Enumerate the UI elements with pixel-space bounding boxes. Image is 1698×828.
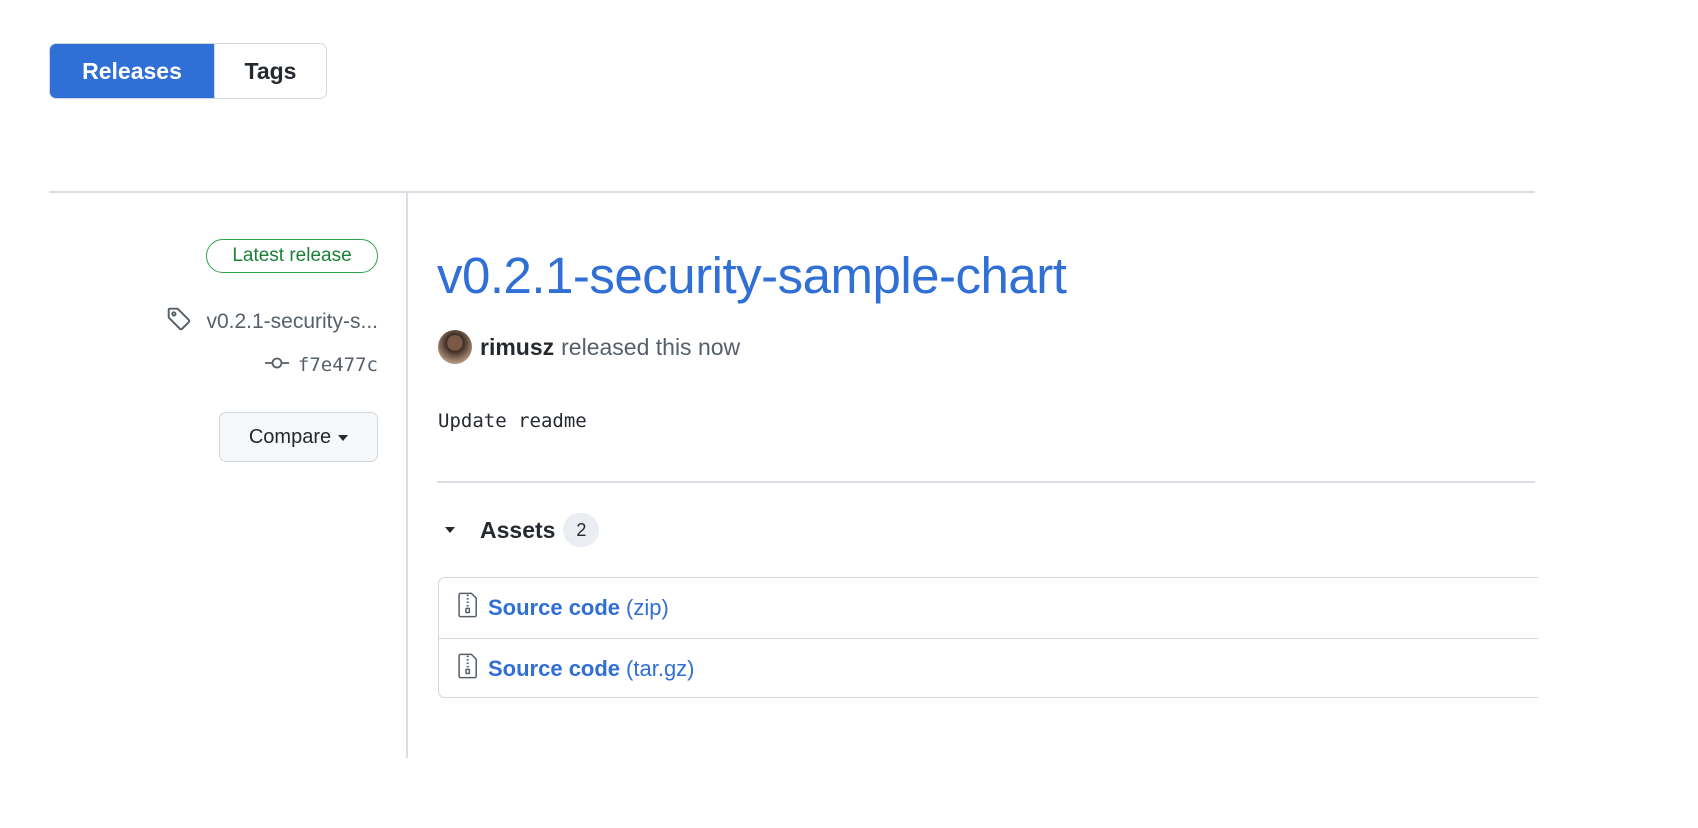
compare-label: Compare [248, 425, 332, 448]
release-byline: rimusz released this now [438, 330, 740, 364]
caret-down-icon [338, 435, 349, 441]
tag-icon [166, 306, 206, 338]
asset-name[interactable]: Source code [488, 595, 620, 621]
asset-item-zip[interactable]: Source code (zip) [439, 578, 1538, 638]
notes-divider [437, 481, 1535, 483]
asset-item-targz[interactable]: Source code (tar.gz) [439, 638, 1538, 698]
compare-button[interactable]: Compare [219, 412, 378, 462]
git-commit-icon [264, 354, 298, 376]
tab-tags[interactable]: Tags [214, 44, 326, 98]
commit-link[interactable]: f7e477c [264, 354, 378, 376]
releases-tags-toggle: Releases Tags [49, 43, 327, 99]
release-notes: Update readme [438, 410, 587, 432]
asset-name[interactable]: Source code [488, 656, 620, 682]
assets-list: Source code (zip) Source code (tar.gz) [438, 577, 1538, 698]
assets-toggle[interactable]: Assets 2 [445, 513, 600, 547]
latest-release-badge: Latest release [206, 239, 378, 273]
asset-ext[interactable]: (tar.gz) [626, 656, 694, 682]
author-link[interactable]: rimusz [480, 334, 554, 361]
assets-label: Assets [480, 516, 556, 543]
assets-count: 2 [563, 513, 600, 547]
byline-text: released this now [561, 333, 741, 360]
release-title[interactable]: v0.2.1-security-sample-chart [437, 246, 1067, 305]
releases-page: Releases Tags Latest release v0.2.1-secu… [0, 0, 1698, 828]
commit-sha: f7e477c [297, 354, 378, 376]
file-zip-icon [457, 592, 488, 624]
file-zip-icon [457, 653, 488, 685]
avatar[interactable] [438, 330, 472, 364]
release-tag-link[interactable]: v0.2.1-security-s... [166, 306, 378, 338]
tag-name: v0.2.1-security-s... [206, 310, 378, 333]
caret-down-icon [445, 527, 455, 533]
section-divider [49, 191, 1535, 193]
tab-releases[interactable]: Releases [50, 44, 214, 98]
column-divider [406, 192, 408, 758]
asset-ext[interactable]: (zip) [626, 595, 669, 621]
